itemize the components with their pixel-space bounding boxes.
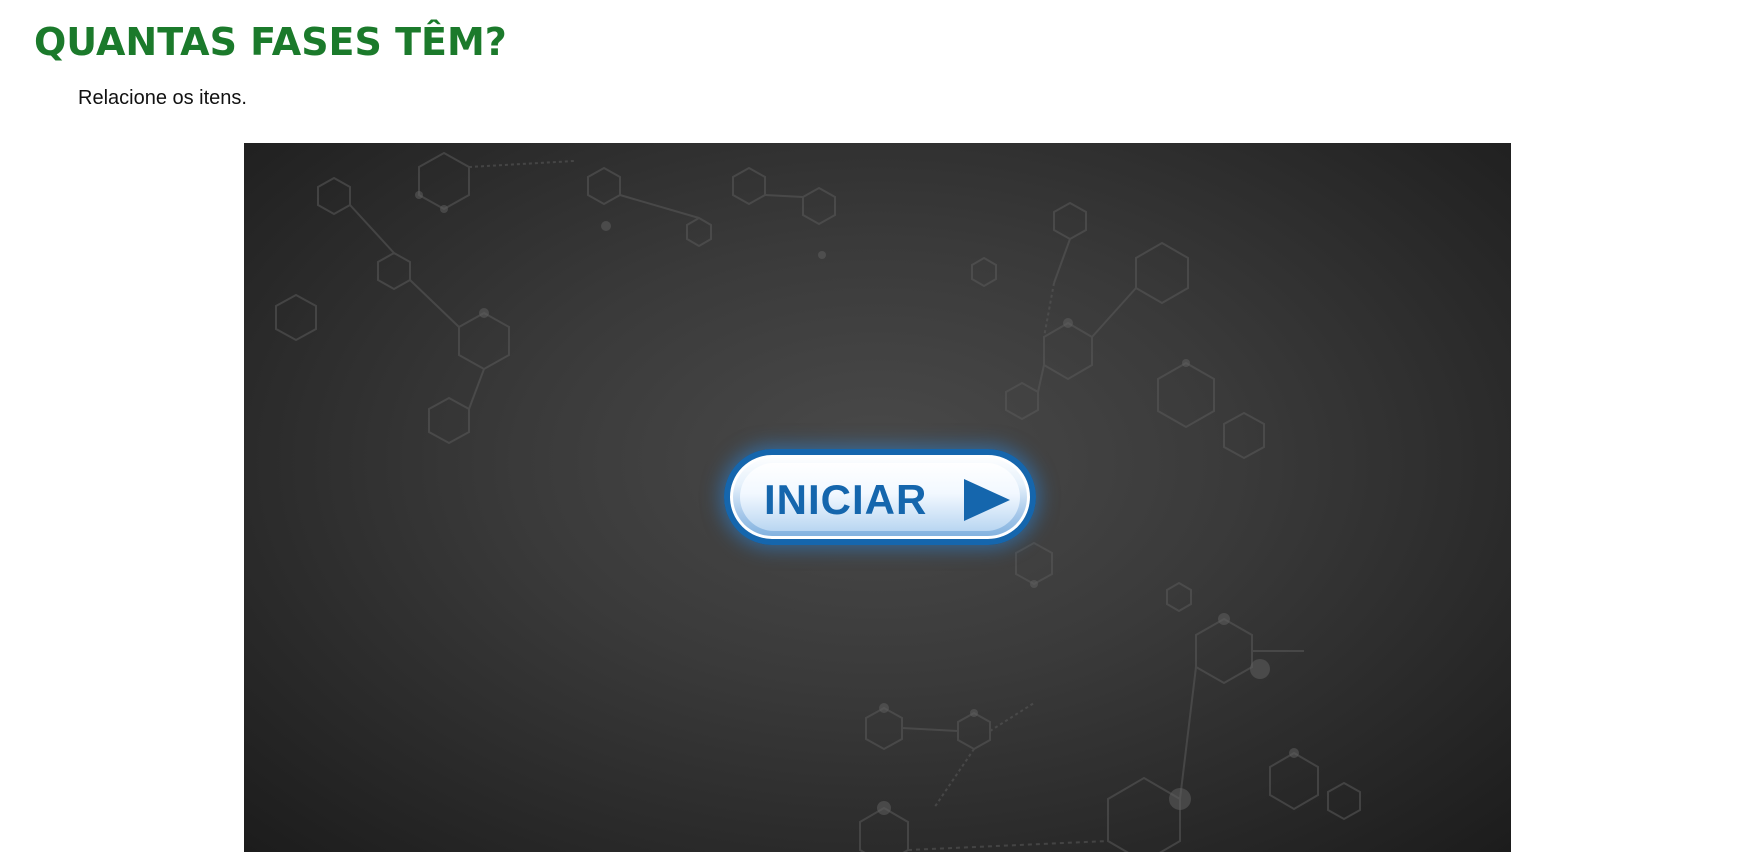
- start-button[interactable]: INICIAR: [724, 449, 1036, 545]
- activity-frame: INICIAR: [244, 143, 1511, 852]
- instructions-text: Relacione os itens.: [78, 87, 247, 109]
- start-button-label: INICIAR: [764, 476, 928, 523]
- page-title: QUANTAS FASES TÊM?: [34, 20, 507, 64]
- play-triangle-icon: [964, 479, 1010, 521]
